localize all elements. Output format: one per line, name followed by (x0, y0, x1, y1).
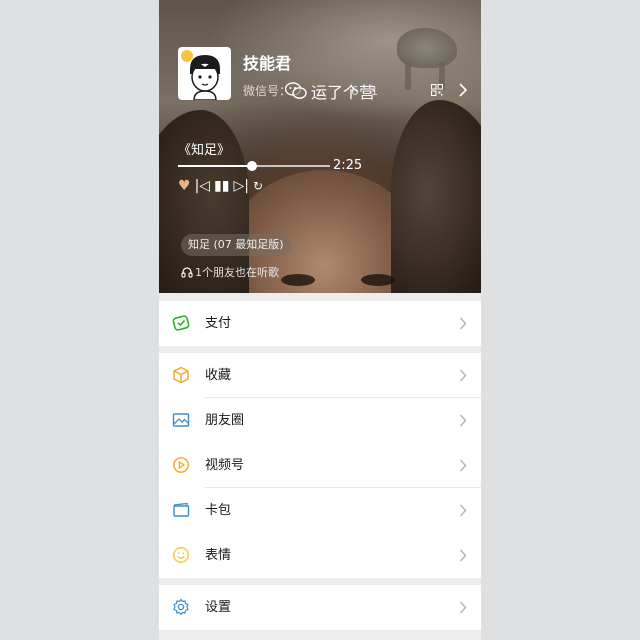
wechat-id-label: 微信号： (243, 84, 292, 98)
player-controls: ♥ |◁ ▮▮ ▷| ↻ (178, 177, 263, 195)
progress-fill (178, 165, 253, 167)
chevron-right-icon (459, 369, 467, 382)
wechat-icon (285, 82, 307, 99)
friends-listening[interactable]: 1个朋友也在听歌 (181, 264, 279, 280)
chevron-right-icon (459, 459, 467, 472)
cards-wallet-icon (173, 502, 190, 517)
progress-knob[interactable] (247, 161, 258, 171)
sticker-smile-icon (172, 546, 190, 564)
chevron-right-icon (459, 549, 467, 562)
menu-item-label: 卡包 (205, 503, 232, 518)
menu-item-label: 支付 (205, 316, 232, 331)
repeat-icon[interactable]: ↻ (253, 177, 263, 195)
chevron-right-icon (459, 504, 467, 517)
background-eye (281, 274, 315, 286)
menu-item-favorites[interactable]: 收藏 (159, 353, 481, 398)
pause-icon[interactable]: ▮▮ (214, 177, 229, 195)
next-track-icon[interactable]: ▷| (233, 177, 248, 195)
menu-group-main: 收藏 朋友圈 视频号 卡包 表情 (159, 353, 481, 578)
menu-item-label: 设置 (205, 600, 232, 615)
song-chip[interactable]: 知足 (07 最知足版) (181, 234, 291, 256)
nickname: 技能君 (243, 54, 292, 73)
menu-item-settings[interactable]: 设置 (159, 585, 481, 630)
song-title: 《知足》 (178, 143, 231, 158)
menu-group-payment: 支付 (159, 301, 481, 346)
menu-item-channels[interactable]: 视频号 (159, 443, 481, 488)
favorites-cube-icon (173, 366, 189, 384)
payment-icon (172, 315, 190, 331)
friends-listening-text: 1个朋友也在听歌 (195, 266, 279, 279)
chevron-right-icon[interactable] (458, 83, 468, 97)
background-hood (391, 100, 481, 293)
chevron-right-icon (459, 414, 467, 427)
channels-play-icon (173, 457, 189, 473)
menu-item-payment[interactable]: 支付 (159, 301, 481, 346)
profile-header[interactable]: 技能君 微信号： 6 1 运了个营 《知足》 2:25 ♥ |◁ ▮▮ ▷| ↻… (159, 0, 481, 293)
menu-item-label: 收藏 (205, 368, 232, 383)
wechat-me-screen: 技能君 微信号： 6 1 运了个营 《知足》 2:25 ♥ |◁ ▮▮ ▷| ↻… (159, 0, 481, 640)
menu-item-label: 视频号 (205, 458, 245, 473)
settings-gear-icon (173, 598, 189, 616)
headphones-icon (181, 267, 193, 278)
qr-code-icon[interactable] (431, 84, 443, 96)
previous-track-icon[interactable]: |◁ (195, 177, 210, 195)
menu-item-moments[interactable]: 朋友圈 (159, 398, 481, 443)
moments-image-icon (172, 413, 190, 427)
menu-item-stickers[interactable]: 表情 (159, 533, 481, 578)
avatar-badge (181, 50, 193, 62)
menu-group-settings: 设置 (159, 585, 481, 630)
progress-bar[interactable] (178, 161, 330, 171)
chevron-right-icon (459, 317, 467, 330)
menu-item-label: 朋友圈 (205, 413, 245, 428)
background-elephant-leg (405, 62, 411, 90)
watermark-text: 运了个营 (311, 83, 376, 102)
elapsed-time: 2:25 (333, 158, 363, 173)
background-eye (361, 274, 395, 286)
menu-item-label: 表情 (205, 548, 232, 563)
menu-item-cards[interactable]: 卡包 (159, 488, 481, 533)
chevron-right-icon (459, 601, 467, 614)
avatar[interactable] (178, 47, 231, 100)
watermark: 运了个营 (285, 79, 375, 103)
like-heart-icon[interactable]: ♥ (178, 177, 191, 195)
